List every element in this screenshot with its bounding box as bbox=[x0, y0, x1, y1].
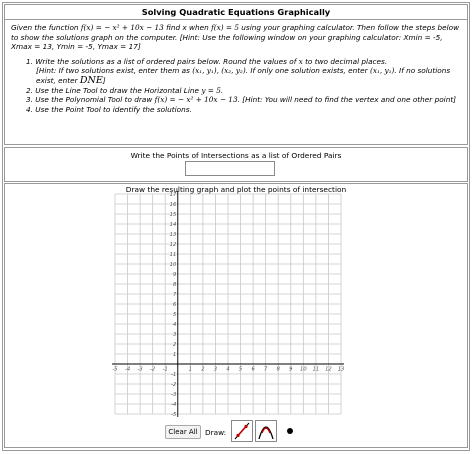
step-3: 3. Use the Polynomial Tool to draw f(x) … bbox=[26, 95, 462, 105]
step3-text-b: . [Hint: You will need to find the verte… bbox=[237, 95, 457, 105]
graph-canvas[interactable]: -5 -4 -3 -2 -1 1 2 3 4 5 6 7 8 9 10 11 12 131716151413121… bbox=[5, 184, 467, 447]
x-tick-label: -1 bbox=[163, 367, 168, 373]
y-tick-label: 8 bbox=[173, 282, 177, 288]
step1-pairs: (x₁, y₁), (x₂, y₂) bbox=[192, 66, 246, 76]
line-tool-button[interactable] bbox=[231, 420, 253, 442]
y-tick-label: -3 bbox=[171, 392, 176, 398]
y-tick-label: 3 bbox=[173, 332, 176, 338]
answer-input[interactable] bbox=[185, 161, 275, 176]
x-tick-label: 13 bbox=[338, 367, 345, 373]
y-tick-label: 2 bbox=[173, 342, 176, 348]
step1-hint-b: . If only one solution exists, enter bbox=[245, 66, 370, 76]
intro-target: f(x) = 5 bbox=[211, 23, 239, 32]
y-tick-label: 16 bbox=[170, 202, 177, 208]
step2-text-b: . bbox=[220, 85, 224, 95]
step1-pair1: (x₁, y₁) bbox=[369, 66, 395, 76]
y-tick-label: 6 bbox=[173, 302, 177, 308]
step1-text-a: 1. Write the solutions as a list of orde… bbox=[26, 56, 299, 66]
step1-text-b: to two decimal places. bbox=[302, 56, 388, 66]
x-tick-label: 9 bbox=[289, 367, 292, 373]
step-4: 4. Use the Point Tool to identify the so… bbox=[26, 104, 192, 114]
parabola-tool-icon bbox=[258, 426, 274, 440]
point-tool-icon bbox=[287, 428, 293, 434]
draw-label: Draw: bbox=[205, 428, 227, 437]
x-tick-label: -2 bbox=[150, 367, 155, 373]
y-tick-label: 5 bbox=[173, 312, 177, 318]
y-tick-label: -5 bbox=[171, 412, 177, 418]
intro-text: Given the function f(x) = − x² + 10x − 1… bbox=[11, 23, 462, 52]
x-tick-label: -4 bbox=[125, 367, 130, 373]
x-tick-label: 1 bbox=[189, 367, 192, 373]
y-tick-label: 11 bbox=[170, 252, 177, 258]
x-tick-label: 3 bbox=[214, 367, 217, 373]
x-tick-label: 5 bbox=[239, 367, 243, 373]
y-tick-label: 1 bbox=[173, 352, 176, 358]
y-tick-label: -4 bbox=[171, 402, 176, 408]
step2-line: y = 5 bbox=[201, 85, 221, 95]
line-tool-icon bbox=[234, 422, 250, 440]
step2-text-a: 2. Use the Line Tool to draw the Horizon… bbox=[26, 85, 202, 95]
x-tick-label: 12 bbox=[325, 367, 332, 373]
x-tick-label: -3 bbox=[138, 367, 143, 373]
y-tick-label: 4 bbox=[173, 322, 176, 328]
step1-hint: [Hint: If two solutions exist, enter the… bbox=[26, 66, 462, 85]
steps-list: 1. Write the solutions as a list of orde… bbox=[26, 57, 462, 115]
y-tick-label: 17 bbox=[170, 192, 177, 198]
intro-function: f(x) = − x² + 10x − 13 bbox=[80, 23, 164, 32]
x-tick-label: 11 bbox=[313, 367, 320, 373]
y-tick-label: -2 bbox=[171, 382, 176, 388]
clear-all-button[interactable]: Clear All bbox=[165, 425, 201, 439]
x-tick-label: 2 bbox=[201, 367, 204, 373]
y-tick-label: 14 bbox=[170, 222, 177, 228]
y-tick-label: 10 bbox=[170, 262, 177, 268]
x-tick-label: 10 bbox=[300, 367, 307, 373]
intro-part-2: find x when bbox=[163, 23, 212, 32]
step1-dne: DNE bbox=[79, 74, 103, 86]
y-tick-label: 13 bbox=[170, 232, 177, 238]
polynomial-tool-button[interactable] bbox=[255, 420, 277, 442]
x-tick-label: 7 bbox=[264, 367, 268, 373]
point-tool-button[interactable] bbox=[279, 420, 301, 442]
y-tick-label: -1 bbox=[171, 372, 176, 378]
step3-function: f(x) = − x² + 10x − 13 bbox=[154, 95, 238, 105]
graph-panel: Draw the resulting graph and plot the po… bbox=[4, 183, 468, 448]
x-tick-label: 8 bbox=[277, 367, 281, 373]
step1-hint-a: [Hint: If two solutions exist, enter the… bbox=[36, 66, 193, 76]
y-tick-label: 12 bbox=[170, 242, 177, 248]
instructions-panel: Given the function f(x) = − x² + 10x − 1… bbox=[4, 20, 468, 145]
step1-hint-d: ] bbox=[102, 75, 106, 85]
answer-panel: Write the Points of Intersections as a l… bbox=[4, 147, 468, 182]
answer-label: Write the Points of Intersections as a l… bbox=[130, 151, 342, 160]
x-tick-label: 4 bbox=[226, 367, 229, 373]
y-tick-label: 9 bbox=[173, 272, 176, 278]
x-tick-label: 6 bbox=[251, 367, 255, 373]
page-title: Solving Quadratic Equations Graphically bbox=[4, 4, 468, 20]
y-tick-label: 7 bbox=[173, 292, 177, 298]
step-1: 1. Write the solutions as a list of orde… bbox=[26, 57, 462, 86]
intro-part-1: Given the function bbox=[11, 23, 81, 32]
step-2: 2. Use the Line Tool to draw the Horizon… bbox=[26, 86, 462, 96]
x-tick-label: -5 bbox=[112, 367, 118, 373]
step3-text-a: 3. Use the Polynomial Tool to draw bbox=[26, 95, 155, 105]
y-tick-label: 15 bbox=[170, 212, 177, 218]
